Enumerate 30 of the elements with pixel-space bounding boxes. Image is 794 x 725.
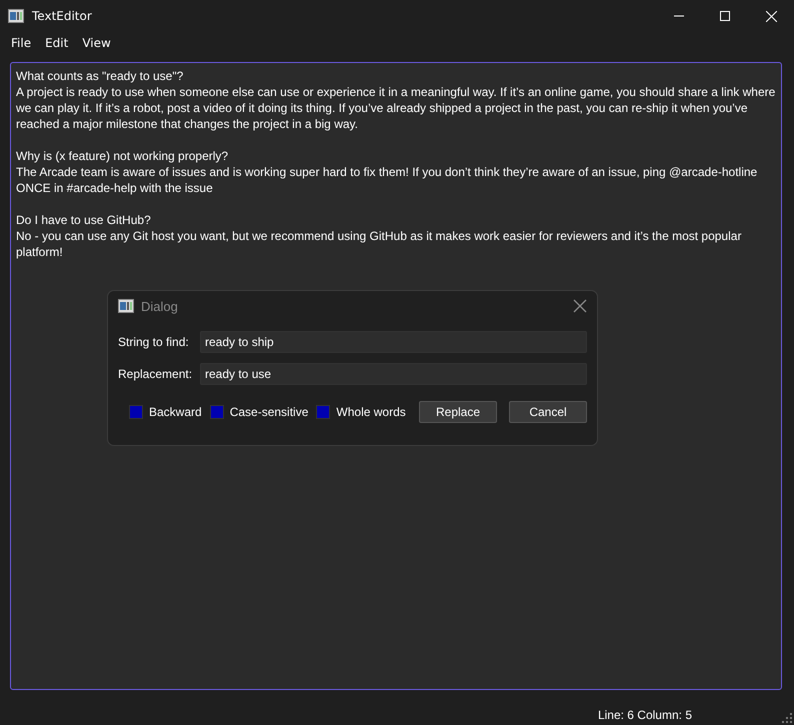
close-icon xyxy=(573,299,587,313)
text-line: Why is (x feature) not working properly? xyxy=(16,148,230,164)
checkbox[interactable] xyxy=(129,405,143,419)
dialog-button[interactable]: Cancel xyxy=(509,401,587,423)
dialog-icon xyxy=(118,299,134,313)
checkbox[interactable] xyxy=(210,405,224,419)
app-icon xyxy=(8,9,24,23)
checkbox-label: Whole words xyxy=(336,405,406,419)
checkbox-label: Backward xyxy=(149,405,202,419)
input-field[interactable]: ready to use xyxy=(200,363,587,385)
close-icon xyxy=(766,10,776,22)
input-field[interactable]: ready to ship xyxy=(200,331,587,353)
menu-item[interactable]: View xyxy=(75,34,118,52)
menu-item[interactable]: File xyxy=(4,34,38,52)
maximize-icon xyxy=(720,11,730,21)
checkbox[interactable] xyxy=(316,405,330,419)
field-label: Replacement: xyxy=(118,367,192,381)
dialog-title: Dialog xyxy=(141,298,179,314)
window-title: TextEditor xyxy=(32,9,93,23)
resize-grip-icon[interactable] xyxy=(782,713,792,723)
text-line: A project is ready to use when someone else can use or experience it in a meaningful way. If it’s an online game, you should share a link where we can play it. If it’s a robot, post a video of it doing its thing. If you’ve already shipped a project in the past, you can re-ship it when you’ve reached a major milestone that changes the project in a big way. xyxy=(16,84,776,132)
text-line: The Arcade team is aware of issues and is working super hard to fix them! If you don’t think they’re aware of an issue, ping @arcade-hotline ONCE in #arcade-help with the issue xyxy=(16,164,758,196)
text-line: What counts as "ready to use"? xyxy=(16,68,184,84)
checkbox-label: Case-sensitive xyxy=(230,405,308,419)
field-label: String to find: xyxy=(118,335,190,349)
dialog-button[interactable]: Replace xyxy=(419,401,497,423)
text-line: No - you can use any Git host you want, but we recommend using GitHub as it makes work easier for reviewers and it’s the most popular platform! xyxy=(16,228,742,260)
menu-item[interactable]: Edit xyxy=(38,34,76,52)
status-text: Line: 6 Column: 5 xyxy=(598,708,692,722)
text-line: Do I have to use GitHub? xyxy=(16,212,152,228)
